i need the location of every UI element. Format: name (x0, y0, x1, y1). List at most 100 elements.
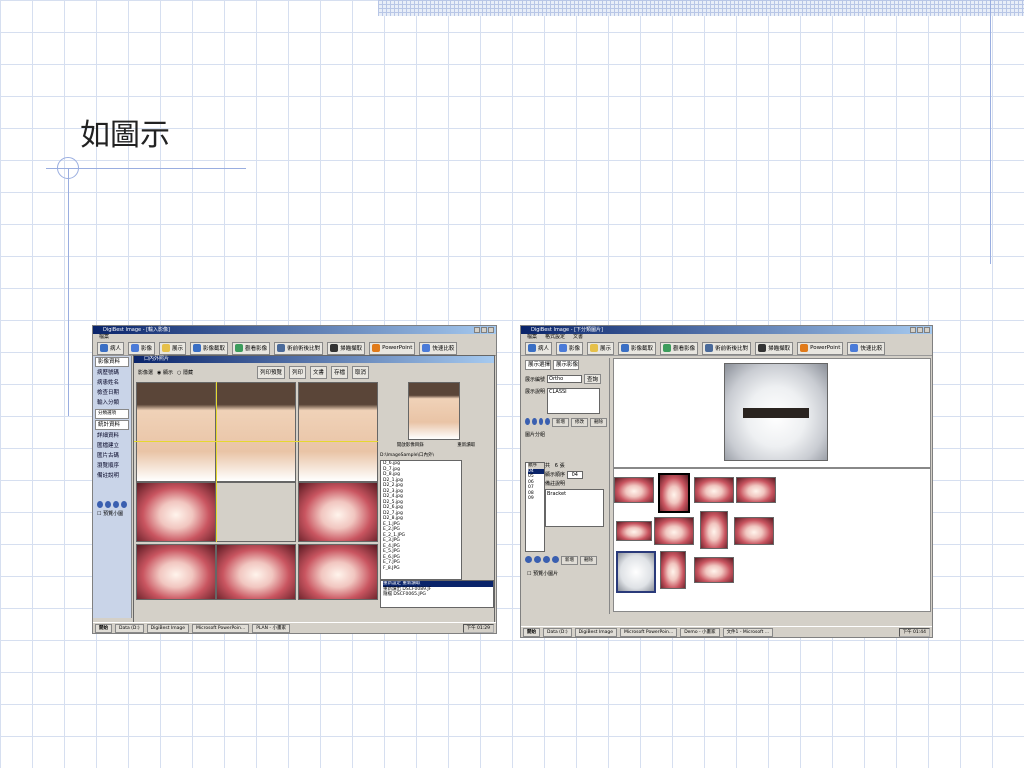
preview-checkbox[interactable]: ☐ 預覽小圖 (93, 510, 131, 517)
side-item-order[interactable]: 瀏覽順序 (93, 461, 131, 471)
menu-file[interactable]: 檔案 (527, 334, 537, 341)
print-preview-button[interactable]: 列印預覽 (256, 365, 285, 379)
tool-display[interactable]: 展示 (159, 341, 187, 355)
side-item-notes[interactable]: 備註說明 (93, 471, 131, 481)
tool-scan[interactable]: 掃瞄擷取 (327, 341, 366, 355)
start-button[interactable]: 開始 (523, 627, 540, 637)
lower-occlusal-photo[interactable] (298, 482, 378, 542)
task-paint[interactable]: PLAN - 小畫家 (252, 623, 290, 633)
thumbnail-1[interactable] (614, 477, 654, 503)
tab-category-options[interactable]: 分類選項 (95, 409, 129, 419)
radio-hide[interactable]: ○ 隱藏 (177, 369, 193, 376)
thumbnail-6[interactable] (654, 517, 694, 545)
tool-powerpoint[interactable]: PowerPoint (369, 341, 416, 355)
cancel-button[interactable]: 取消 (352, 365, 370, 379)
close-button[interactable] (488, 327, 494, 333)
thumbnail-7[interactable] (700, 511, 728, 549)
minimize-button[interactable] (474, 327, 480, 333)
preview-checkbox[interactable]: ☐ 預覽小圖片 (527, 570, 558, 577)
tool-quick-compare[interactable]: 快速比較 (847, 341, 886, 355)
side-item-code[interactable]: 匯片古碼 (93, 451, 131, 461)
order-item[interactable]: 09 (528, 496, 544, 502)
thumbnail-11[interactable] (694, 557, 734, 583)
left-buccal-photo[interactable] (298, 544, 378, 600)
prev-icon[interactable] (531, 418, 537, 425)
tool-scan[interactable]: 掃瞄擷取 (755, 341, 794, 355)
save-button[interactable]: 存檔 (331, 365, 349, 379)
tool-display[interactable]: 展示 (587, 341, 615, 355)
next-icon[interactable] (538, 418, 544, 425)
profile-photo[interactable] (136, 382, 216, 482)
maximize-button[interactable] (917, 327, 923, 333)
prev-icon[interactable] (534, 556, 541, 563)
tool-patient[interactable]: 病人 (525, 341, 553, 355)
code-input[interactable]: Ortho (547, 375, 583, 383)
order-list[interactable]: 順序 04 05 06 07 08 09 (525, 462, 545, 552)
print-button[interactable]: 列印 (288, 365, 306, 379)
frontal-photo[interactable] (216, 382, 296, 482)
add-button[interactable]: 新增 (552, 418, 569, 427)
smile-photo[interactable] (298, 382, 378, 482)
thumbnail-4[interactable] (736, 477, 776, 503)
tool-compare[interactable]: 術前術後比對 (702, 341, 752, 355)
tab-statistics[interactable]: 統計資料 (95, 420, 129, 430)
tab-image-data[interactable]: 影像資料 (95, 357, 129, 367)
minimize-button[interactable] (910, 327, 916, 333)
frontal-teeth-photo[interactable] (216, 544, 296, 600)
thumbnail-2[interactable] (658, 473, 690, 513)
note-input[interactable]: Bracket (545, 489, 604, 527)
thumbnail-5[interactable] (616, 521, 652, 541)
maximize-button[interactable] (481, 327, 487, 333)
radio-show[interactable]: ◉ 顯示 (157, 369, 173, 376)
next-icon[interactable] (113, 501, 119, 508)
tab-display-image[interactable]: 展示影像 (553, 360, 580, 370)
thumbnail-3[interactable] (694, 477, 734, 503)
empty-slot[interactable] (216, 482, 296, 542)
delete-group-button[interactable]: 刪除 (580, 556, 597, 565)
thumbnail-9[interactable] (616, 551, 656, 593)
desc-input[interactable]: CLASSI (547, 388, 601, 414)
tool-view[interactable]: 觀看影像 (660, 341, 699, 355)
prev-icon[interactable] (105, 501, 111, 508)
task-powerpoint[interactable]: Microsoft PowerPoin... (191, 623, 250, 633)
last-icon[interactable] (545, 418, 550, 425)
tool-image[interactable]: 影像 (128, 341, 156, 355)
show-order-input[interactable]: 04 (566, 471, 583, 479)
tool-patient[interactable]: 病人 (97, 341, 125, 355)
close-button[interactable] (924, 327, 930, 333)
thumbnail-8[interactable] (734, 517, 774, 545)
open-folder-button[interactable]: 開啟影像目錄 (397, 442, 424, 448)
task-data-drive[interactable]: Data (D:) (543, 627, 572, 637)
document-button[interactable]: 文書 (309, 365, 327, 379)
tool-powerpoint[interactable]: PowerPoint (797, 341, 844, 355)
tool-quick-compare[interactable]: 快速比較 (419, 341, 458, 355)
edit-button[interactable]: 修改 (571, 418, 588, 427)
tool-image[interactable]: 影像 (556, 341, 584, 355)
side-item-create[interactable]: 匯檔建立 (93, 441, 131, 451)
task-digibest[interactable]: DigiBest Image (146, 623, 189, 633)
query-button[interactable]: 查詢 (584, 374, 602, 384)
tool-capture[interactable]: 影像截取 (190, 341, 229, 355)
menu-document[interactable]: 文書 (573, 334, 583, 341)
task-digibest[interactable]: DigiBest Image (574, 627, 617, 637)
delete-button[interactable]: 刪除 (590, 418, 607, 427)
first-icon[interactable] (97, 501, 103, 508)
menu-file[interactable]: 檔案 (99, 334, 109, 341)
tool-compare[interactable]: 術前術後比對 (274, 341, 324, 355)
file-list[interactable]: D_6.jpg D_7.jpg D_8.jpg D2_1.jpg D2_2.jpg D2_… (380, 460, 462, 580)
file-list-item[interactable]: F_8.JPG (383, 566, 461, 572)
next-icon[interactable] (543, 556, 550, 563)
side-item-details[interactable]: 詳細資料 (93, 431, 131, 441)
first-icon[interactable] (525, 556, 532, 563)
add-group-button[interactable]: 新增 (561, 556, 578, 565)
reload-button[interactable]: 重新讀取 (457, 442, 475, 448)
task-data-drive[interactable]: Data (D:) (115, 623, 144, 633)
task-word[interactable]: 文件1 - Microsoft ... (722, 627, 774, 637)
tool-view[interactable]: 觀看影像 (232, 341, 271, 355)
first-icon[interactable] (525, 418, 530, 425)
upper-occlusal-photo[interactable] (136, 482, 216, 542)
right-buccal-photo[interactable] (136, 544, 216, 600)
start-button[interactable]: 開始 (95, 623, 112, 633)
last-icon[interactable] (552, 556, 559, 563)
last-icon[interactable] (121, 501, 127, 508)
